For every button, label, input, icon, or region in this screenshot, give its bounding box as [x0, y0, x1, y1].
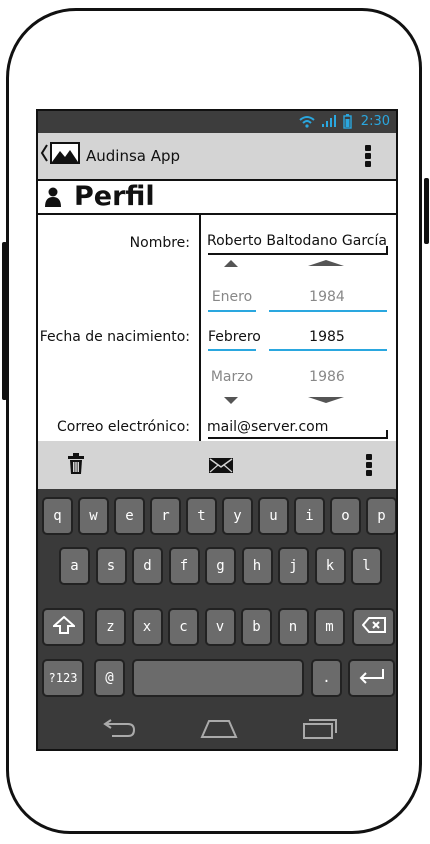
back-icon[interactable] — [100, 719, 136, 743]
month-up-arrow-icon[interactable] — [224, 260, 238, 267]
app-title: Audinsa App — [86, 147, 181, 165]
name-input-tick — [386, 246, 388, 254]
form-divider — [199, 215, 201, 441]
mail-icon[interactable] — [209, 458, 233, 477]
key-k[interactable]: k — [314, 547, 346, 585]
key-y[interactable]: y — [222, 497, 253, 535]
status-bar: 2:30 — [38, 111, 396, 133]
enter-key[interactable] — [348, 659, 395, 697]
key-r[interactable]: r — [150, 497, 181, 535]
backspace-key[interactable] — [352, 608, 395, 646]
email-label: Correo electrónico: — [57, 419, 190, 435]
keyboard: qwertyuiop asdfghjkl zxcvbnm ?123 @ . — [38, 489, 396, 749]
name-input-underline — [208, 253, 388, 255]
bottom-action-bar — [38, 441, 396, 489]
back-chevron-icon — [40, 143, 48, 167]
status-time: 2:30 — [360, 114, 390, 129]
key-u[interactable]: u — [258, 497, 289, 535]
overflow-menu-icon[interactable] — [366, 454, 374, 478]
period-key[interactable]: . — [311, 659, 342, 697]
key-w[interactable]: w — [78, 497, 109, 535]
backspace-icon — [361, 617, 386, 637]
picker-top-line-year — [269, 310, 387, 312]
year-up-arrow-icon[interactable] — [308, 260, 344, 266]
person-icon — [44, 187, 62, 211]
name-label: Nombre: — [129, 235, 190, 251]
picker-bottom-line-year — [269, 349, 387, 351]
profile-form: Nombre: Roberto Baltodano García Fecha d… — [38, 215, 396, 441]
key-n[interactable]: n — [277, 608, 309, 646]
wifi-icon — [299, 115, 315, 132]
action-bar: Audinsa App — [38, 133, 396, 181]
key-m[interactable]: m — [314, 608, 345, 646]
month-selected[interactable]: Febrero — [208, 329, 261, 345]
overflow-menu-icon[interactable] — [365, 145, 373, 169]
image-icon — [50, 142, 80, 168]
home-icon[interactable] — [200, 719, 238, 743]
at-key[interactable]: @ — [94, 659, 125, 697]
key-a[interactable]: a — [59, 547, 90, 585]
key-d[interactable]: d — [132, 547, 163, 585]
power-button — [424, 178, 429, 244]
trash-icon[interactable] — [67, 453, 85, 479]
year-down-arrow-icon[interactable] — [308, 397, 344, 403]
recents-icon[interactable] — [302, 716, 338, 744]
key-v[interactable]: v — [204, 608, 236, 646]
email-input-underline — [208, 437, 388, 439]
key-b[interactable]: b — [241, 608, 272, 646]
month-prev[interactable]: Enero — [208, 289, 256, 305]
key-z[interactable]: z — [95, 608, 126, 646]
picker-bottom-line-month — [208, 349, 256, 351]
shift-icon — [50, 615, 77, 638]
key-o[interactable]: o — [330, 497, 361, 535]
system-nav-bar — [38, 706, 396, 749]
space-key[interactable] — [132, 659, 304, 697]
picker-top-line-month — [208, 310, 256, 312]
volume-button — [2, 242, 7, 400]
page-title: Perfil — [74, 181, 155, 212]
key-j[interactable]: j — [278, 547, 309, 585]
year-prev[interactable]: 1984 — [268, 289, 386, 305]
key-c[interactable]: c — [168, 608, 199, 646]
battery-icon — [343, 114, 352, 133]
key-t[interactable]: t — [186, 497, 217, 535]
key-f[interactable]: f — [168, 547, 200, 585]
key-g[interactable]: g — [205, 547, 236, 585]
key-x[interactable]: x — [131, 608, 163, 646]
month-next[interactable]: Marzo — [208, 369, 256, 385]
app-home-button[interactable] — [40, 142, 80, 168]
name-input[interactable]: Roberto Baltodano García — [207, 233, 387, 249]
symbols-key[interactable]: ?123 — [42, 659, 84, 697]
key-l[interactable]: l — [351, 547, 382, 585]
email-input[interactable]: mail@server.com — [207, 419, 328, 435]
month-down-arrow-icon[interactable] — [224, 397, 238, 404]
birth-date-label: Fecha de nacimiento: — [39, 329, 190, 345]
key-i[interactable]: i — [294, 497, 325, 535]
screen: 2:30 Audinsa App Perfil Nombre: Roberto … — [36, 109, 398, 751]
enter-icon — [358, 668, 386, 688]
key-q[interactable]: q — [42, 497, 73, 535]
year-selected[interactable]: 1985 — [268, 329, 386, 345]
page-header: Perfil — [38, 181, 396, 215]
key-e[interactable]: e — [114, 497, 145, 535]
email-input-tick — [386, 430, 388, 438]
signal-icon — [321, 115, 337, 132]
year-next[interactable]: 1986 — [268, 369, 386, 385]
key-p[interactable]: p — [366, 497, 396, 535]
key-h[interactable]: h — [241, 547, 273, 585]
key-s[interactable]: s — [95, 547, 127, 585]
shift-key[interactable] — [42, 608, 85, 646]
